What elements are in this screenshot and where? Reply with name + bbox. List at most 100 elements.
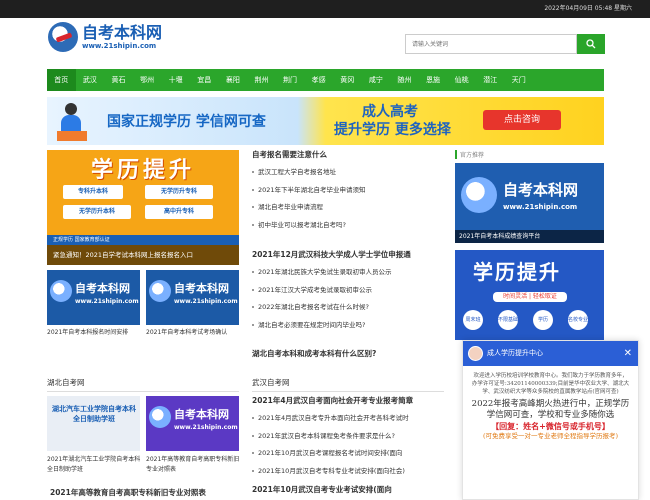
list-item[interactable]: 2021年4月武汉自考面向社会开考专业报考简章: [252, 392, 444, 410]
thumb-caption[interactable]: 2021年自考本科考试考场确认: [146, 328, 241, 338]
list-item[interactable]: 2021年4月武汉自考专升本面向社会开考各科考试时: [252, 410, 444, 428]
avatar: [468, 346, 483, 361]
list-item[interactable]: 自考报名需要注意什么: [252, 146, 444, 164]
main-nav: 首页 武汉 黄石 鄂州 十堰 宜昌 襄阳 荆州 荆门 孝感 黄冈 咸宁 随州 恩施 仙桃 潜江 天门: [47, 69, 604, 91]
thumb-card[interactable]: 自考本科网 www.21shipin.com: [146, 396, 239, 451]
list-item-text: 初中毕业可以报考湖北自考吗?: [258, 221, 346, 230]
list-item[interactable]: 湖北自考毕业申请流程: [252, 199, 444, 217]
nav-item[interactable]: 鄂州: [133, 69, 162, 91]
nav-item[interactable]: 孝感: [304, 69, 333, 91]
sidebar-circle: 不限基础: [498, 310, 518, 330]
banner-consult-button[interactable]: 点击咨询: [483, 110, 561, 130]
list-item-text: 2021年12月武汉科技大学成人学士学位申报通: [252, 250, 411, 259]
list-item[interactable]: 2021年10月武汉自考专科专业考试安排(面向社会): [252, 463, 444, 481]
list-item[interactable]: 2021年10月武汉自考专业考试安排(面向: [252, 481, 444, 499]
promo-bar: 正规学历 国家教育部认证: [47, 235, 239, 245]
sidebar-circle: 名校专业: [568, 310, 588, 330]
nav-item[interactable]: 黄冈: [333, 69, 362, 91]
sidebar-ad-title: 自考本科网: [503, 181, 579, 199]
bullet-icon: [252, 288, 254, 291]
thumb-caption[interactable]: 2021年自考本科报名时间安排: [47, 328, 142, 338]
list-item-text: 武汉工程大学自考报名地址: [258, 167, 336, 176]
list-item[interactable]: 湖北自考本科和成考本科有什么区别?: [252, 345, 444, 363]
nav-item[interactable]: 首页: [47, 69, 76, 91]
list-item[interactable]: 武汉工程大学自考报名地址: [252, 164, 444, 182]
close-icon[interactable]: ✕: [624, 341, 632, 366]
list-item[interactable]: 2021年湖北民族大学免试生录取初审人员公示: [252, 264, 444, 282]
list-item[interactable]: 2021年10月武汉自考课程报名考试时间安排(面向: [252, 445, 444, 463]
nav-item[interactable]: 黄石: [104, 69, 133, 91]
thumb-card[interactable]: 湖北汽车工业学院自考本科全日制助学班: [47, 396, 140, 451]
nav-item[interactable]: 十堰: [161, 69, 190, 91]
article-list: 2021年12月武汉科技大学成人学士学位申报通 2021年湖北民族大学免试生录取初…: [252, 246, 444, 335]
chat-widget[interactable]: 成人学历提升中心 ✕ 欢迎进入学历校培训学校教育中心。我们致力于学历教育多年，办…: [462, 340, 639, 500]
section-head-hubei[interactable]: 湖北自考网: [47, 377, 239, 392]
nav-item[interactable]: 天门: [505, 69, 534, 91]
chat-body: 欢迎进入学历校培训学校教育中心。我们致力于学历教育多年，办学许可证号:34201…: [463, 366, 638, 447]
sidebar-ad-promo[interactable]: 学历提升 时间灵活 | 轻松取证 周末班 不限基础 学历 名校专业: [455, 250, 604, 340]
promo-chip: 专科升本科: [63, 185, 123, 199]
promo-caption[interactable]: 紧急通知！2021自学考试本科网上报名报名入口: [47, 245, 239, 265]
nav-item[interactable]: 荆州: [247, 69, 276, 91]
list-item[interactable]: 初中毕业可以报考湖北自考吗?: [252, 217, 444, 235]
list-item-text: 湖北自考毕业申请流程: [258, 203, 323, 212]
nav-item[interactable]: 咸宁: [362, 69, 391, 91]
search-input[interactable]: [405, 34, 577, 54]
list-item[interactable]: 2021年江汉大学成考免试录取初审公示: [252, 282, 444, 300]
nav-item[interactable]: 荆门: [276, 69, 305, 91]
list-item[interactable]: 2021年下半年湖北自考毕业申请须知: [252, 182, 444, 200]
list-item-text: 2021年10月武汉自考课程报名考试时间安排(面向: [258, 449, 403, 458]
logo-mark-icon: [50, 280, 72, 302]
sidebar-ad-caption[interactable]: 2021年自考本科成绩查询平台: [455, 230, 604, 243]
search-button[interactable]: [577, 34, 605, 54]
sidebar-circle: 周末班: [463, 310, 483, 330]
sidebar-circle: 学历: [533, 310, 553, 330]
chat-headline: 2022年报考高峰期火热进行中，正规学历学信网可查，学校和专业多随你选: [471, 399, 630, 420]
thumb-title: 湖北汽车工业学院自考本科全日制助学班: [52, 405, 136, 423]
logo-mark-icon: [149, 406, 171, 428]
list-item-text: 湖北自考本科和成考本科有什么区别?: [252, 349, 377, 358]
nav-item[interactable]: 武汉: [76, 69, 105, 91]
nav-item[interactable]: 襄阳: [219, 69, 248, 91]
bullet-icon: [252, 434, 254, 437]
thumb-url: www.21shipin.com: [75, 298, 139, 305]
thumb-card[interactable]: 自考本科网 www.21shipin.com: [47, 270, 140, 325]
list-item[interactable]: 2021年12月武汉科技大学成人学士学位申报通: [252, 246, 444, 264]
list-item-text: 湖北自考必须要在规定时间内毕业吗?: [258, 321, 366, 330]
sidebar-ad2-sub: 时间灵活 | 轻松取证: [493, 292, 567, 302]
banner-subtitle: 提升学历 更多选择: [334, 122, 451, 138]
logo-title: 自考本科网: [82, 23, 163, 42]
nav-item[interactable]: 恩施: [419, 69, 448, 91]
bullet-icon: [252, 206, 254, 209]
thumb-caption[interactable]: 2021年湖北汽车工业学院自考本科全日制助学班: [47, 455, 142, 475]
bottom-left-headline[interactable]: 2021年高等教育自考高职专科新旧专业对照表: [50, 487, 206, 498]
thumb-title: 自考本科网: [174, 408, 229, 421]
banner-left-text: 国家正规学历 学信网可查: [107, 114, 266, 130]
thumb-caption[interactable]: 2021年高等教育自考高职专科新旧专业对照表: [146, 455, 241, 475]
nav-item[interactable]: 潜江: [476, 69, 505, 91]
promo-slider[interactable]: 学历提升 专科升本科 无学历升专科 无学历升本科 高中升专科 正规学历 国家教育…: [47, 150, 239, 265]
top-banner[interactable]: 国家正规学历 学信网可查 成人高考 提升学历 更多选择 点击咨询: [47, 97, 604, 145]
nav-item[interactable]: 宜昌: [190, 69, 219, 91]
list-item-text: 2021年江汉大学成考免试录取初审公示: [258, 285, 373, 294]
thumb-url: www.21shipin.com: [174, 298, 238, 305]
logo-mark-icon: [48, 22, 78, 52]
search-bar: [405, 34, 605, 54]
nav-item[interactable]: 仙桃: [447, 69, 476, 91]
bullet-icon: [252, 270, 254, 273]
section-head-wuhan[interactable]: 武汉自考网: [252, 377, 444, 392]
bullet-icon: [252, 170, 254, 173]
thumb-title: 自考本科网: [75, 282, 130, 295]
list-item-text: 2021年湖北民族大学免试生录取初审人员公示: [258, 267, 392, 276]
bullet-icon: [252, 452, 254, 455]
nav-item[interactable]: 随州: [390, 69, 419, 91]
bullet-icon: [252, 470, 254, 473]
chat-title: 成人学历提升中心: [487, 349, 543, 357]
site-logo[interactable]: 自考本科网 www.21shipin.com: [48, 22, 162, 52]
chat-intro: 欢迎进入学历校培训学校教育中心。我们致力于学历教育多年，办学许可证号:34201…: [471, 373, 630, 395]
list-item[interactable]: 湖北自考必须要在规定时间内毕业吗?: [252, 317, 444, 335]
list-item-text: 自考报名需要注意什么: [252, 150, 327, 159]
list-item[interactable]: 2022年湖北自考报名考试在什么时候?: [252, 299, 444, 317]
thumb-card[interactable]: 自考本科网 www.21shipin.com: [146, 270, 239, 325]
list-item[interactable]: 2021年武汉自考本科课程免考条件要求是什么?: [252, 428, 444, 446]
